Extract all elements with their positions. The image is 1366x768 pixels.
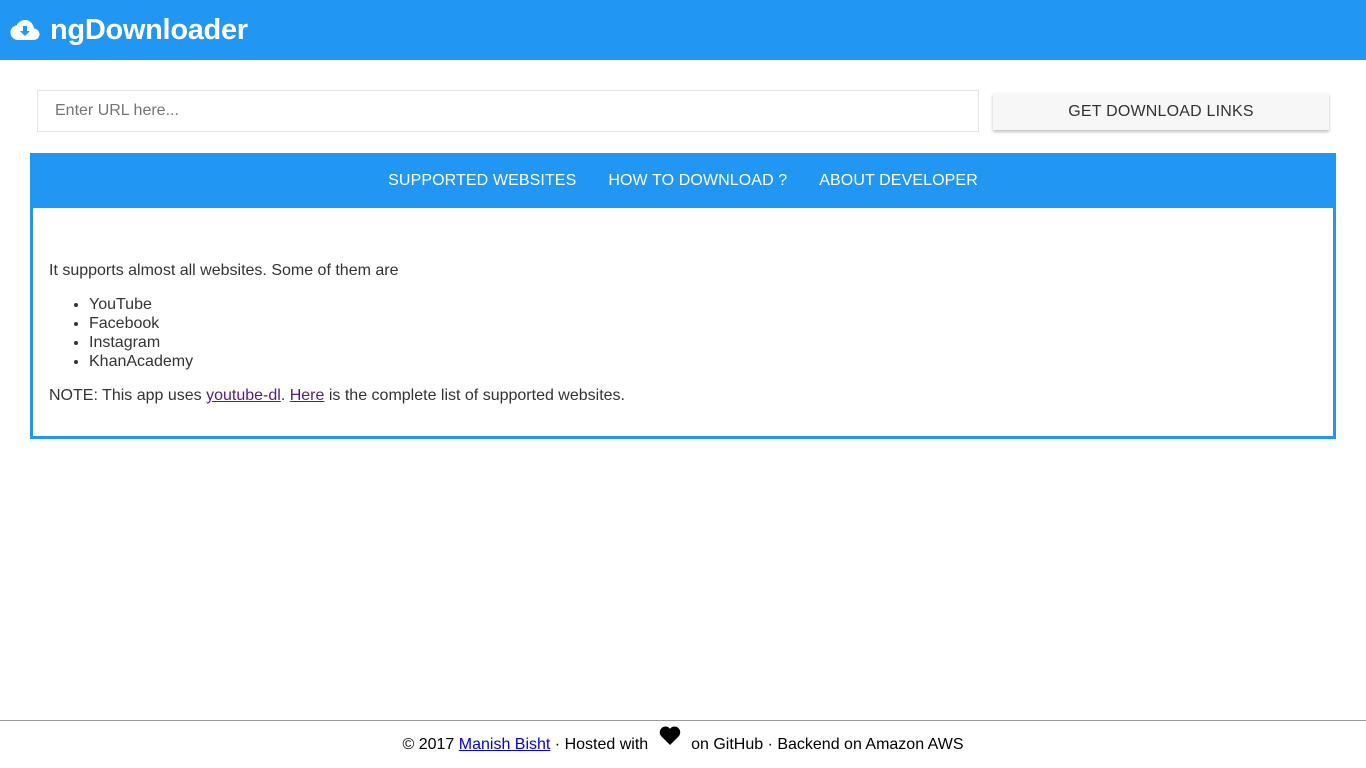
note-mid: . [280, 387, 290, 404]
tab-content: It supports almost all websites. Some of… [49, 260, 1319, 407]
copyright-text: © 2017 [402, 735, 459, 753]
note-text: NOTE: This app uses youtube-dl. Here is … [49, 385, 1319, 407]
cloud-download-icon [10, 18, 40, 42]
tab-bar: SUPPORTED WEBSITES HOW TO DOWNLOAD ? ABO… [33, 156, 1333, 208]
info-panel: SUPPORTED WEBSITES HOW TO DOWNLOAD ? ABO… [30, 153, 1336, 439]
note-prefix: NOTE: This app uses [49, 387, 207, 404]
url-form: GET DOWNLOAD LINKS [37, 90, 1329, 132]
hosted-text: · Hosted with [550, 735, 653, 753]
intro-text: It supports almost all websites. Some of… [49, 262, 399, 279]
tab-how-to-download[interactable]: HOW TO DOWNLOAD ? [592, 156, 803, 208]
list-item: Facebook [89, 314, 1319, 333]
tab-supported-websites[interactable]: SUPPORTED WEBSITES [372, 156, 593, 208]
app-header: ngDownloader [0, 0, 1366, 60]
youtube-dl-link[interactable]: youtube-dl [206, 387, 281, 404]
github-text: on GitHub · Backend on Amazon AWS [686, 735, 964, 753]
footer: © 2017 Manish Bisht · Hosted with on Git… [0, 720, 1366, 768]
supported-sites-list: YouTube Facebook Instagram KhanAcademy [89, 295, 1319, 371]
list-item: KhanAcademy [89, 352, 1319, 371]
tab-about-developer[interactable]: ABOUT DEVELOPER [803, 156, 994, 208]
heart-icon [659, 726, 681, 751]
here-link[interactable]: Here [290, 387, 325, 404]
list-item: YouTube [89, 295, 1319, 314]
get-download-links-button[interactable]: GET DOWNLOAD LINKS [993, 93, 1329, 130]
app-title[interactable]: ngDownloader [50, 14, 248, 47]
author-link[interactable]: Manish Bisht [459, 736, 551, 754]
list-item: Instagram [89, 333, 1319, 352]
note-suffix: is the complete list of supported websit… [324, 387, 625, 404]
url-input[interactable] [37, 90, 979, 132]
